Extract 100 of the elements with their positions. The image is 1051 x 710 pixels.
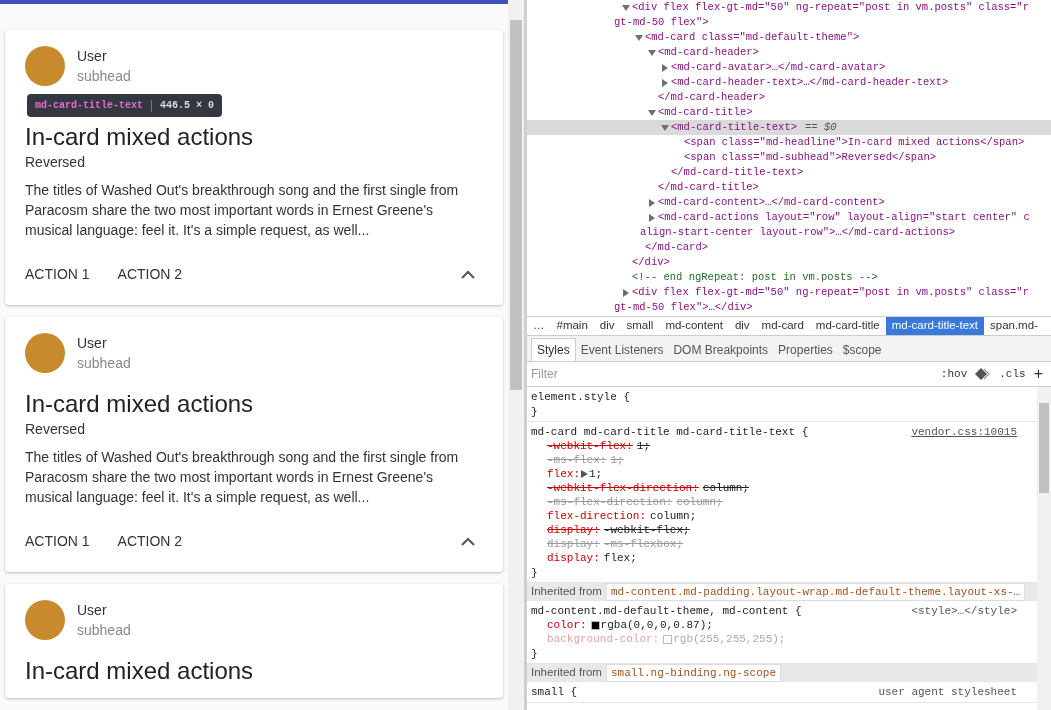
breadcrumb-item[interactable]: div — [593, 317, 621, 335]
dom-tree-row[interactable]: <span class="md-subhead">Reversed</span> — [527, 150, 1051, 165]
dom-closing-tag: </md-card-title> — [658, 179, 759, 196]
user-name: User — [77, 334, 108, 353]
dom-tree-row[interactable]: <md-card-avatar>…</md-card-avatar> — [527, 60, 1051, 75]
dom-tree-row[interactable]: <md-card class="md-default-theme"> — [527, 30, 1051, 45]
class-button[interactable]: .cls — [995, 365, 1030, 383]
styles-tab[interactable]: DOM Breakpoints — [668, 338, 774, 361]
styles-tab[interactable]: Styles — [531, 338, 576, 361]
color-swatch[interactable] — [663, 634, 673, 644]
chevron-up-icon[interactable] — [461, 537, 475, 546]
card-subtitle: Reversed — [25, 153, 86, 172]
breadcrumb-item[interactable]: md-content — [659, 317, 729, 335]
scrollbar[interactable] — [1037, 387, 1051, 710]
collapsed-triangle-icon[interactable] — [648, 213, 656, 222]
css-value: -ms-flexbox; — [603, 536, 684, 552]
action-button[interactable]: ACTION 2 — [109, 256, 191, 293]
css-selector: element.style { — [531, 389, 631, 405]
collapsed-triangle-icon[interactable] — [661, 63, 669, 72]
css-selector: md-content.md-default-theme, md-content { — [531, 603, 802, 619]
breadcrumb-item[interactable]: #main — [550, 317, 594, 335]
css-value: column; — [676, 494, 723, 510]
action-button[interactable]: ACTION 1 — [17, 523, 98, 560]
hover-state-button[interactable]: :hov — [936, 365, 972, 383]
color-swatch[interactable] — [590, 620, 600, 630]
dom-closing-tag: </md-card-title-text> — [671, 164, 804, 181]
breadcrumb-item[interactable]: md-card — [755, 317, 810, 335]
closing-brace: } — [531, 405, 539, 418]
breadcrumb-item[interactable]: div — [728, 317, 756, 335]
dom-tree-row[interactable]: <md-card-header-text>…</md-card-header-text> — [527, 75, 1051, 90]
dom-element-tag: align-start-center layout-row">…</md-card-actions> — [640, 224, 956, 241]
dom-tree-row[interactable]: <md-card-actions layout="row" layout-align="start center" c align-start-center layout-row">…</md-card-actions> — [527, 210, 1051, 240]
css-value: flex; — [603, 550, 637, 566]
tooltip-size: 446.5 × 0 — [160, 99, 215, 113]
dom-tree-row[interactable]: <div flex flex-gt-md="50" ng-repeat="post in vm.posts" class="r gt-md-50 flex">…</div> — [527, 285, 1051, 315]
css-source-link[interactable]: user agent stylesheet — [878, 683, 1017, 701]
filter-field[interactable]: Filter — [531, 365, 937, 383]
user-name: User — [77, 47, 108, 66]
styles-tab[interactable]: Event Listeners — [575, 338, 669, 361]
user-name: User — [77, 601, 108, 620]
dom-element-tag: <span class="md-headline">In-card mixed actions</span> — [684, 134, 1025, 151]
breadcrumb-item[interactable]: md-card-title-text — [885, 317, 984, 335]
css-property: -webkit-flex-direction: — [547, 480, 699, 496]
css-property: display: — [547, 536, 600, 552]
dom-tree-row[interactable]: <div flex flex-gt-md="50" ng-repeat="post in vm.posts" class="r gt-md-50 flex"> — [527, 0, 1051, 30]
action-button[interactable]: ACTION 1 — [17, 256, 98, 293]
css-property: -ms-flex-direction: — [547, 494, 673, 510]
breadcrumb-item[interactable]: span.md- — [984, 317, 1044, 335]
dom-element-tag: <md-card-title-text> — [671, 119, 798, 136]
dom-tree-row[interactable]: <md-card-title> — [527, 105, 1051, 120]
expanded-triangle-icon[interactable] — [635, 33, 643, 42]
breadcrumb-item[interactable]: … — [527, 317, 551, 335]
css-value: 1; — [610, 452, 624, 468]
expand-triangle-icon[interactable] — [581, 470, 588, 478]
collapsed-triangle-icon[interactable] — [622, 288, 630, 297]
inherited-label: Inherited from — [531, 665, 602, 681]
css-property: background-color: — [547, 631, 660, 647]
chevron-up-icon[interactable] — [461, 270, 475, 279]
inherited-label: Inherited from — [531, 584, 602, 600]
dom-element-tag: <md-card-content>…</md-card-content> — [658, 194, 885, 211]
dom-closing-tag: </md-card-header> — [658, 89, 766, 106]
action-button[interactable]: ACTION 2 — [109, 523, 191, 560]
css-property: flex-direction: — [547, 508, 647, 524]
dom-element-tag: <span class="md-subhead">Reversed</span> — [684, 149, 937, 166]
expanded-triangle-icon[interactable] — [648, 108, 656, 117]
card-title: In-card mixed actions — [25, 389, 255, 419]
dom-tree-row[interactable]: <md-card-header> — [527, 45, 1051, 60]
css-property: -webkit-flex: — [547, 438, 633, 454]
new-rule-button[interactable]: + — [1029, 366, 1047, 382]
dom-element-tag: gt-md-50 flex"> — [614, 14, 709, 31]
css-source-link[interactable]: <style>…</style> — [911, 602, 1017, 620]
dom-tree-row[interactable]: <md-card-content>…</md-card-content> — [527, 195, 1051, 210]
expanded-triangle-icon[interactable] — [622, 3, 630, 12]
closing-brace: } — [531, 566, 539, 579]
dom-closing-tag: </div> — [632, 254, 670, 271]
dom-tree-row[interactable]: <span class="md-headline">In-card mixed actions</span> — [527, 135, 1051, 150]
dom-tree-row[interactable]: <!-- end ngRepeat: post in vm.posts --> — [527, 270, 1051, 285]
card-body-text: The titles of Washed Out's breakthrough song and the first single from Paracosm share the two most important words in Ernest Greene's musical language: feel it. It's a simple request, as well... — [24, 448, 460, 507]
dom-closing-tag: </md-card> — [645, 239, 708, 256]
css-source-link[interactable]: vendor.css:10015 — [911, 423, 1017, 441]
css-value: rgb(255,255,255); — [673, 631, 786, 647]
scrollbar[interactable] — [508, 0, 524, 710]
expanded-triangle-icon[interactable] — [648, 48, 656, 57]
collapsed-triangle-icon[interactable] — [661, 78, 669, 87]
dom-element-tag: <md-card class="md-default-theme"> — [645, 29, 860, 46]
avatar-placeholder — [25, 600, 65, 640]
css-property: flex: — [547, 466, 580, 482]
dom-element-tag: <md-card-actions layout="row" layout-align="start center" c — [658, 209, 1030, 226]
styles-tab[interactable]: Properties — [773, 338, 838, 361]
collapsed-triangle-icon[interactable] — [648, 198, 656, 207]
styles-tab[interactable]: $scope — [837, 338, 887, 361]
expanded-triangle-icon[interactable] — [661, 123, 669, 132]
card-title: In-card mixed actions — [25, 122, 255, 152]
breadcrumb-item[interactable]: md-card-title — [809, 317, 886, 335]
dom-tree-row[interactable]: <md-card-title-text> == $0 — [527, 120, 1051, 135]
diamond-icon[interactable] — [975, 368, 992, 380]
breadcrumb-item[interactable]: small — [620, 317, 660, 335]
dom-element-tag: <div flex flex-gt-md="50" ng-repeat="post in vm.posts" class="r — [632, 0, 1029, 16]
css-value: -webkit-flex; — [603, 522, 690, 538]
card-subtitle: Reversed — [25, 420, 86, 439]
